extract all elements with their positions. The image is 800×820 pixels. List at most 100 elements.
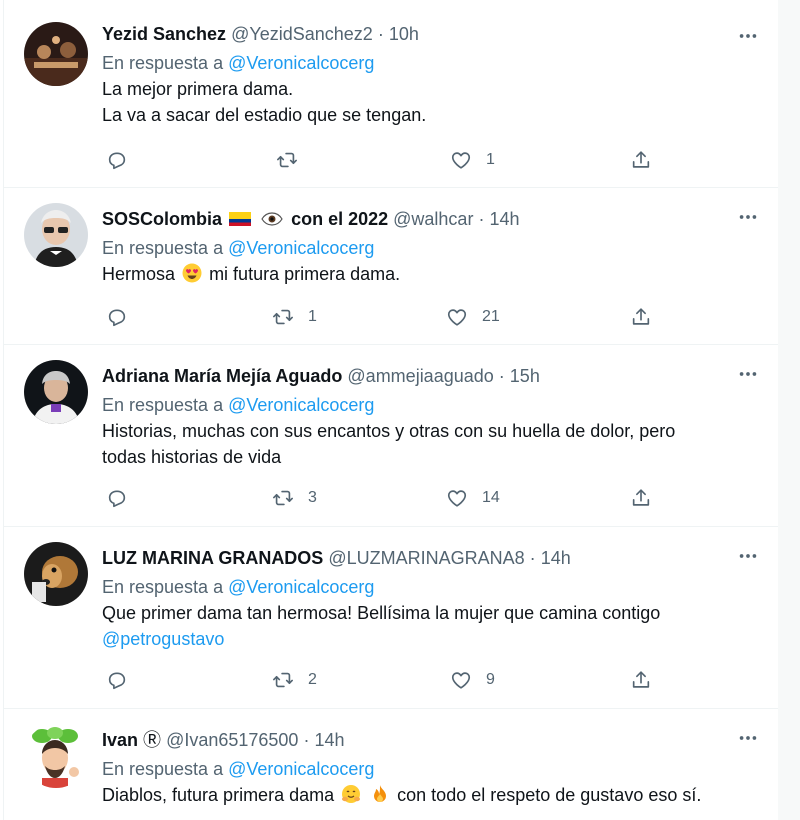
reply-mention-link[interactable]: @Veronicalcocerg xyxy=(228,53,374,73)
share-button[interactable] xyxy=(630,484,652,512)
retweet-button[interactable] xyxy=(276,146,312,174)
author-handle[interactable]: @Ivan65176500 xyxy=(166,730,298,750)
avatar[interactable] xyxy=(24,360,88,424)
avatar[interactable] xyxy=(24,203,88,267)
tweet-luzmarina[interactable]: LUZ MARINA GRANADOS @LUZMARINAGRANA8 · 1… xyxy=(4,526,778,709)
retweet-button[interactable]: 3 xyxy=(272,484,317,512)
author-name[interactable]: Ivan xyxy=(102,730,138,750)
retweet-button[interactable]: 2 xyxy=(272,666,317,694)
page-background xyxy=(778,0,800,820)
share-icon xyxy=(630,149,652,171)
tweet-yezid[interactable]: Yezid Sanchez @YezidSanchez2 · 10h En re… xyxy=(4,0,778,188)
tweet-time[interactable]: 14h xyxy=(541,548,571,568)
tweet-header: SOSColombia con el 2022 @walhcar · 14h xyxy=(102,205,758,233)
more-icon[interactable] xyxy=(730,18,766,54)
tweet-text-part: mi futura primera dama. xyxy=(209,264,401,284)
tweet-text: Hermosa mi futura primera dama. xyxy=(102,261,758,287)
author-name[interactable]: Adriana María Mejía Aguado xyxy=(102,366,342,386)
share-icon xyxy=(630,487,652,509)
retweet-count: 1 xyxy=(308,308,317,325)
reply-context: En respuesta a @Veronicalcocerg xyxy=(102,574,758,600)
reply-button[interactable] xyxy=(106,666,142,694)
author-handle[interactable]: @ammejiaaguado xyxy=(347,366,493,386)
avatar[interactable] xyxy=(24,542,88,606)
reply-context: En respuesta a @Veronicalcocerg xyxy=(102,392,758,418)
reply-mention-link[interactable]: @Veronicalcocerg xyxy=(228,577,374,597)
more-icon[interactable] xyxy=(730,356,766,392)
hugging-emoji xyxy=(341,784,361,804)
tweet-time[interactable]: 14h xyxy=(314,730,344,750)
separator-dot: · xyxy=(498,366,505,386)
tweet-actions: 2 9 xyxy=(102,666,662,694)
share-button[interactable] xyxy=(630,303,652,331)
like-count: 1 xyxy=(486,151,495,168)
tweet-header: Adriana María Mejía Aguado @ammejiaaguad… xyxy=(102,362,758,390)
tweet-text-part: Hermosa xyxy=(102,264,176,284)
tweet-text: Historias, muchas con sus encantos y otr… xyxy=(102,418,758,470)
retweet-icon xyxy=(272,669,294,691)
reply-context: En respuesta a @Veronicalcocerg xyxy=(102,235,758,261)
reply-context: En respuesta a @Veronicalcocerg xyxy=(102,50,758,76)
more-icon[interactable] xyxy=(730,199,766,235)
tweet-header: Yezid Sanchez @YezidSanchez2 · 10h xyxy=(102,20,758,48)
share-button[interactable] xyxy=(630,146,652,174)
tweet-adriana[interactable]: Adriana María Mejía Aguado @ammejiaaguad… xyxy=(4,344,778,527)
tweet-soscolombia[interactable]: SOSColombia con el 2022 @walhcar · 14h E… xyxy=(4,187,778,345)
tweet-text-line: todas historias de vida xyxy=(102,447,282,467)
author-name[interactable]: Yezid Sanchez xyxy=(102,24,226,44)
fire-emoji xyxy=(370,784,390,804)
tweet-header: Ivan Ⓡ @Ivan65176500 · 14h xyxy=(102,726,758,754)
tweet-header: LUZ MARINA GRANADOS @LUZMARINAGRANA8 · 1… xyxy=(102,544,758,572)
reply-button[interactable] xyxy=(106,303,142,331)
retweet-count: 3 xyxy=(308,489,317,506)
tweet-text-line: La va a sacar del estadio que se tengan. xyxy=(102,105,427,125)
author-name-suffix[interactable]: con el 2022 xyxy=(291,209,388,229)
share-button[interactable] xyxy=(630,666,652,694)
tweet-ivan[interactable]: Ivan Ⓡ @Ivan65176500 · 14h En respuesta … xyxy=(4,708,778,820)
tweet-text: La mejor primera dama. La va a sacar del… xyxy=(102,76,758,128)
author-handle[interactable]: @LUZMARINAGRANA8 xyxy=(328,548,524,568)
colombia-flag-icon xyxy=(229,206,252,226)
reply-mention-link[interactable]: @Veronicalcocerg xyxy=(228,238,374,258)
like-icon xyxy=(446,306,468,328)
retweet-count: 2 xyxy=(308,671,317,688)
like-count: 21 xyxy=(482,308,500,325)
separator-dot: · xyxy=(377,24,384,44)
tweet-actions: 1 21 xyxy=(102,303,662,331)
like-button[interactable]: 9 xyxy=(450,666,495,694)
author-name[interactable]: LUZ MARINA GRANADOS xyxy=(102,548,323,568)
reply-context: En respuesta a @Veronicalcocerg xyxy=(102,756,758,782)
more-icon[interactable] xyxy=(730,720,766,756)
tweet-time[interactable]: 15h xyxy=(510,366,540,386)
reply-mention-link[interactable]: @Veronicalcocerg xyxy=(228,395,374,415)
author-handle[interactable]: @walhcar xyxy=(393,209,473,229)
tweet-time[interactable]: 10h xyxy=(389,24,419,44)
share-icon xyxy=(630,306,652,328)
reply-icon xyxy=(106,149,128,171)
reply-icon xyxy=(106,306,128,328)
reply-mention-link[interactable]: @Veronicalcocerg xyxy=(228,759,374,779)
tweet-text: Diablos, futura primera dama con todo el… xyxy=(102,782,758,808)
retweet-icon xyxy=(272,306,294,328)
mention-link[interactable]: @petrogustavo xyxy=(102,626,758,652)
more-icon[interactable] xyxy=(730,538,766,574)
share-icon xyxy=(630,669,652,691)
separator-dot: · xyxy=(529,548,536,568)
retweet-icon xyxy=(276,149,298,171)
like-button[interactable]: 14 xyxy=(446,484,500,512)
avatar[interactable] xyxy=(24,22,88,86)
like-icon xyxy=(450,669,472,691)
tweet-text-line: La mejor primera dama. xyxy=(102,79,294,99)
like-button[interactable]: 1 xyxy=(450,146,495,174)
like-count: 9 xyxy=(486,671,495,688)
avatar[interactable] xyxy=(24,724,88,788)
reply-button[interactable] xyxy=(106,146,142,174)
tweet-text-line: Historias, muchas con sus encantos y otr… xyxy=(102,421,676,441)
retweet-button[interactable]: 1 xyxy=(272,303,317,331)
author-handle[interactable]: @YezidSanchez2 xyxy=(231,24,373,44)
author-name[interactable]: SOSColombia xyxy=(102,209,222,229)
like-icon xyxy=(450,149,472,171)
like-button[interactable]: 21 xyxy=(446,303,500,331)
tweet-time[interactable]: 14h xyxy=(489,209,519,229)
reply-button[interactable] xyxy=(106,484,142,512)
